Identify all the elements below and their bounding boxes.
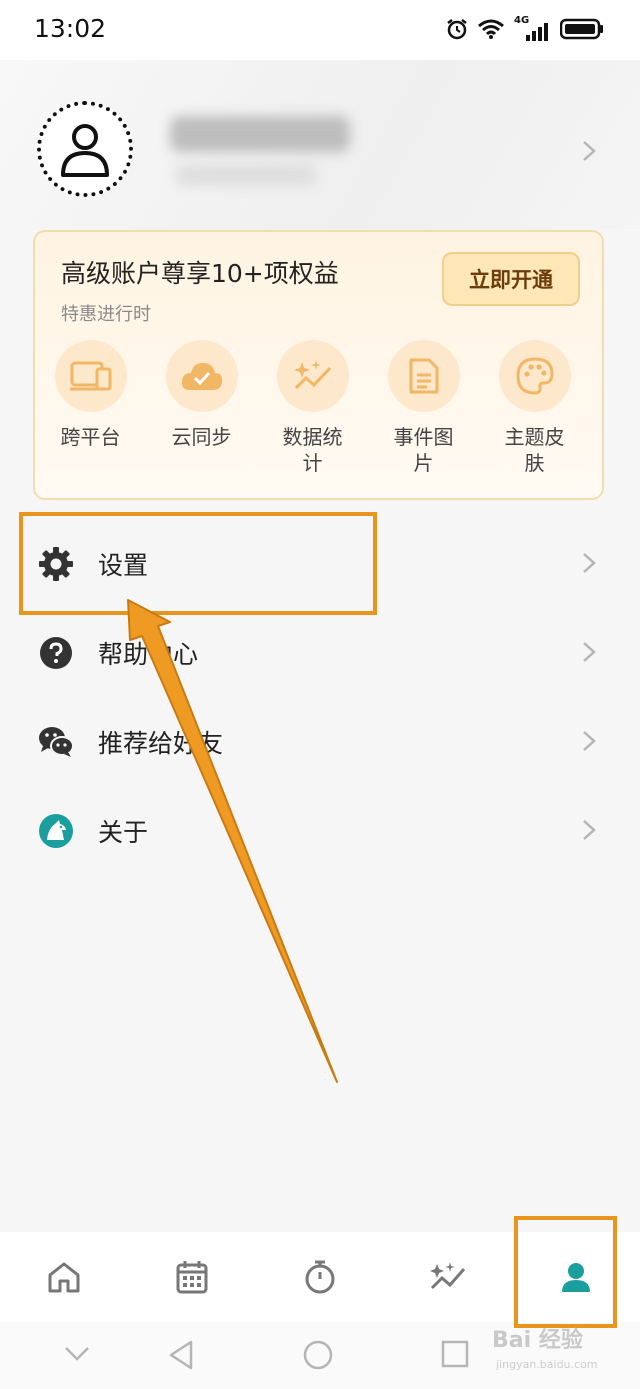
premium-subtitle: 特惠进行时: [61, 304, 151, 325]
menu-label: 推荐给好友: [98, 729, 224, 758]
stats-sparkle-icon: [430, 1262, 466, 1290]
home-icon: [48, 1262, 80, 1293]
premium-card[interactable]: 高级账户尊享10+项权益 特惠进行时 立即开通 跨平台 云同步 数据统计 事件图…: [33, 230, 604, 500]
recents-icon[interactable]: [441, 1340, 469, 1368]
benefit-list: 跨平台 云同步 数据统计 事件图片 主题皮肤: [35, 340, 606, 476]
profile-header[interactable]: [0, 60, 640, 230]
menu-label: 帮助中心: [98, 640, 199, 669]
devices-icon: [54, 340, 127, 412]
benefit-label: 主题皮肤: [504, 425, 565, 475]
home-button-icon[interactable]: [303, 1340, 333, 1370]
nav-timer[interactable]: [256, 1232, 384, 1322]
chevron-right-icon: [583, 553, 596, 573]
document-icon: [387, 340, 460, 412]
highlight-box-profile-tab: [514, 1216, 617, 1328]
wechat-icon: [39, 727, 74, 757]
premium-title: 高级账户尊享10+项权益: [61, 259, 339, 288]
menu-item-about[interactable]: 关于: [0, 787, 640, 875]
user-subtitle-blurred: [176, 164, 316, 186]
benefit-cloud-sync[interactable]: 云同步: [146, 340, 257, 476]
chevron-right-icon: [583, 141, 596, 161]
nav-calendar[interactable]: [128, 1232, 256, 1322]
benefit-event-images[interactable]: 事件图片: [368, 340, 479, 476]
user-icon: [61, 124, 109, 177]
nav-stats[interactable]: [384, 1232, 512, 1322]
benefit-theme-skin[interactable]: 主题皮肤: [479, 340, 590, 476]
cloud-sync-icon: [165, 340, 238, 412]
timer-icon: [305, 1260, 335, 1294]
back-icon[interactable]: [168, 1340, 194, 1370]
calendar-icon: [176, 1261, 208, 1294]
status-bar: 13:02 4G: [0, 0, 640, 60]
highlight-box-settings: [19, 512, 377, 615]
chevron-right-icon: [583, 820, 596, 840]
status-time: 13:02: [34, 14, 107, 43]
benefit-label: 事件图片: [393, 425, 454, 475]
sparkle-stats-icon: [276, 340, 349, 412]
watermark-text: Bai 经验: [492, 1328, 583, 1353]
status-icons: 4G: [446, 14, 604, 44]
chevron-down-icon[interactable]: [64, 1346, 90, 1362]
palette-icon: [498, 340, 571, 412]
username-blurred: [170, 116, 350, 152]
menu-label: 关于: [98, 818, 149, 847]
signal-indicator: 4G: [514, 15, 550, 41]
watermark: Bai 经验 jingyan.baidu.com: [492, 1322, 632, 1382]
watermark-url: jingyan.baidu.com: [496, 1358, 598, 1371]
avatar[interactable]: [37, 101, 133, 197]
benefit-data-stats[interactable]: 数据统计: [257, 340, 368, 476]
signal-icon: [526, 23, 548, 41]
benefit-label: 跨平台: [60, 425, 121, 449]
benefit-cross-platform[interactable]: 跨平台: [35, 340, 146, 476]
benefit-label: 数据统计: [282, 425, 343, 475]
wifi-icon: [478, 19, 504, 39]
chevron-right-icon: [583, 731, 596, 751]
help-icon: [40, 637, 72, 669]
benefit-label: 云同步: [171, 425, 232, 449]
alarm-icon: [447, 19, 467, 40]
menu-item-help[interactable]: 帮助中心: [0, 609, 640, 697]
nav-home[interactable]: [0, 1232, 128, 1322]
battery-icon: [560, 18, 603, 40]
menu-item-recommend[interactable]: 推荐给好友: [0, 698, 640, 786]
chevron-right-icon: [583, 642, 596, 662]
app-logo-icon: [39, 814, 73, 848]
open-premium-button[interactable]: 立即开通: [442, 252, 580, 306]
